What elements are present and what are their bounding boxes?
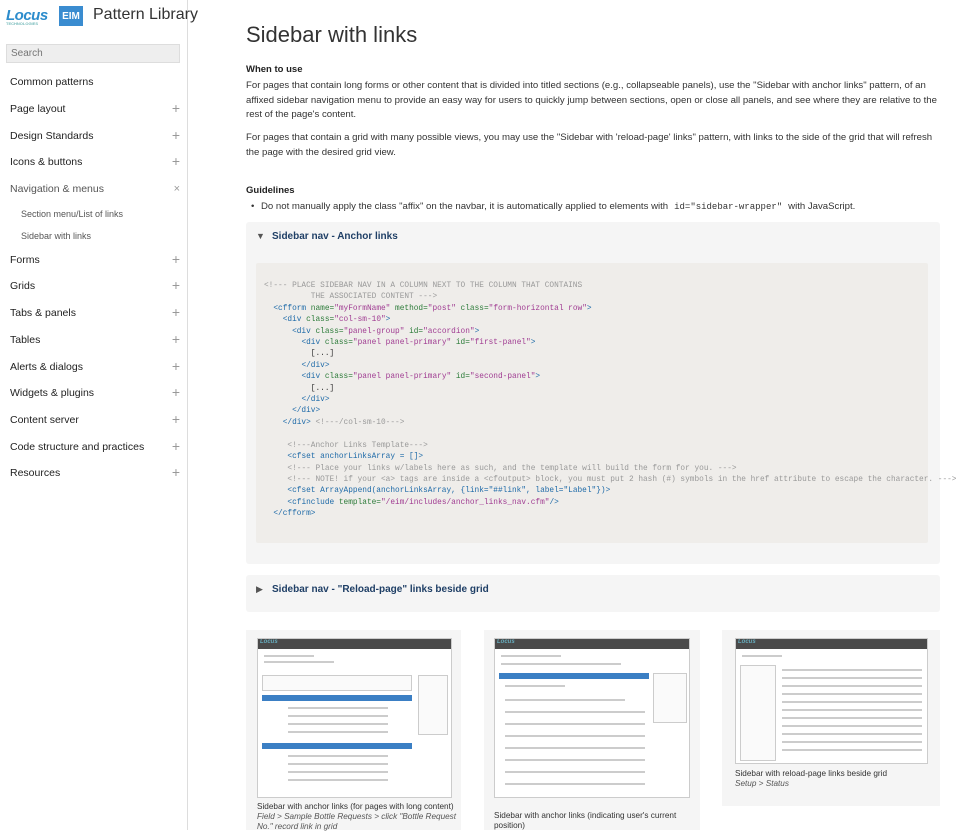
expand-plus-icon[interactable]: + xyxy=(172,252,180,266)
subnav-sidebar-with-links[interactable]: Sidebar with links xyxy=(21,231,91,241)
nav-code-structure[interactable]: Code structure and practices + xyxy=(10,439,182,454)
thumbnail-caption: Sidebar with anchor links (indicating us… xyxy=(494,811,677,830)
panel-heading[interactable]: Sidebar nav - "Reload-page" links beside… xyxy=(272,584,489,595)
nav-resources[interactable]: Resources + xyxy=(10,465,182,480)
thumbnail-caption: Sidebar with anchor links (for pages wit… xyxy=(257,802,457,831)
when-to-use-heading: When to use xyxy=(246,64,303,75)
expand-plus-icon[interactable]: + xyxy=(172,154,180,168)
nav-navigation-menus[interactable]: Navigation & menus × xyxy=(10,182,182,196)
nav-common-patterns[interactable]: Common patterns xyxy=(10,75,182,89)
search-input[interactable] xyxy=(6,44,180,63)
code-block: <!--- PLACE SIDEBAR NAV IN A COLUMN NEXT… xyxy=(256,263,957,543)
expand-plus-icon[interactable]: + xyxy=(172,412,180,426)
code-inline: id="sidebar-wrapper" xyxy=(674,202,783,212)
code-sample: <!--- PLACE SIDEBAR NAV IN A COLUMN NEXT… xyxy=(264,282,957,519)
nav-tabs-panels[interactable]: Tabs & panels + xyxy=(10,305,182,320)
expand-plus-icon[interactable]: + xyxy=(172,101,180,115)
nav-widgets-plugins[interactable]: Widgets & plugins + xyxy=(10,385,182,400)
expand-plus-icon[interactable]: + xyxy=(172,278,180,292)
eim-badge: EIM xyxy=(59,6,83,26)
brand[interactable]: Locus TECHNOLOGIES EIM Pattern Library xyxy=(6,6,198,26)
nav-content-server[interactable]: Content server + xyxy=(10,412,182,427)
caret-down-icon[interactable]: ▼ xyxy=(256,231,265,241)
paragraph-reload-links: For pages that contain a grid with many … xyxy=(246,132,933,158)
expand-plus-icon[interactable]: + xyxy=(172,465,180,479)
panel-anchor-links: ▼ Sidebar nav - Anchor links <!--- PLACE… xyxy=(246,222,957,564)
subnav-section-menu[interactable]: Section menu/List of links xyxy=(21,209,123,219)
guideline-item: Do not manually apply the class "affix" … xyxy=(251,201,855,212)
panel-reload-links: ▶ Sidebar nav - "Reload-page" links besi… xyxy=(246,575,940,612)
screenshot-image[interactable]: Locus xyxy=(735,638,928,764)
nav-design-standards[interactable]: Design Standards + xyxy=(10,128,182,143)
expand-plus-icon[interactable]: + xyxy=(172,385,180,399)
nav-forms[interactable]: Forms + xyxy=(10,252,182,267)
thumbnail-card[interactable]: Locus Sidebar with anchor links (for pag… xyxy=(246,630,461,831)
caret-right-icon[interactable]: ▶ xyxy=(256,584,263,595)
sidebar: LocusTECHNOLOGIES EIM Pattern Library Co… xyxy=(0,0,198,830)
expand-plus-icon[interactable]: + xyxy=(172,439,180,453)
thumbnail-caption: Sidebar with reload-page links beside gr… xyxy=(735,769,888,788)
screenshot-image[interactable]: Locus xyxy=(257,638,452,798)
app-title: Pattern Library xyxy=(93,6,198,23)
nav-icons-buttons[interactable]: Icons & buttons + xyxy=(10,154,182,169)
guidelines-heading: Guidelines xyxy=(246,185,295,196)
expand-plus-icon[interactable]: + xyxy=(172,359,180,373)
nav-alerts-dialogs[interactable]: Alerts & dialogs + xyxy=(10,359,182,374)
screenshot-image[interactable]: Locus xyxy=(494,638,690,798)
page-title: Sidebar with links xyxy=(246,22,418,47)
thumbnail-card[interactable]: Locus Sidebar with reload-page links bes… xyxy=(722,630,940,806)
nav-page-layout[interactable]: Page layout + xyxy=(10,101,182,116)
collapse-x-icon[interactable]: × xyxy=(174,182,180,196)
expand-plus-icon[interactable]: + xyxy=(172,332,180,346)
nav-grids[interactable]: Grids + xyxy=(10,278,182,293)
thumbnail-card[interactable]: Locus Sidebar with anchor links (indicat… xyxy=(484,630,700,830)
locus-logo: Locus TECHNOLOGIES xyxy=(6,6,48,26)
expand-plus-icon[interactable]: + xyxy=(172,305,180,319)
panel-heading[interactable]: Sidebar nav - Anchor links xyxy=(272,231,398,242)
paragraph-anchor-links: For pages that contain long forms or oth… xyxy=(246,80,937,120)
nav-tables[interactable]: Tables + xyxy=(10,332,182,347)
expand-plus-icon[interactable]: + xyxy=(172,128,180,142)
